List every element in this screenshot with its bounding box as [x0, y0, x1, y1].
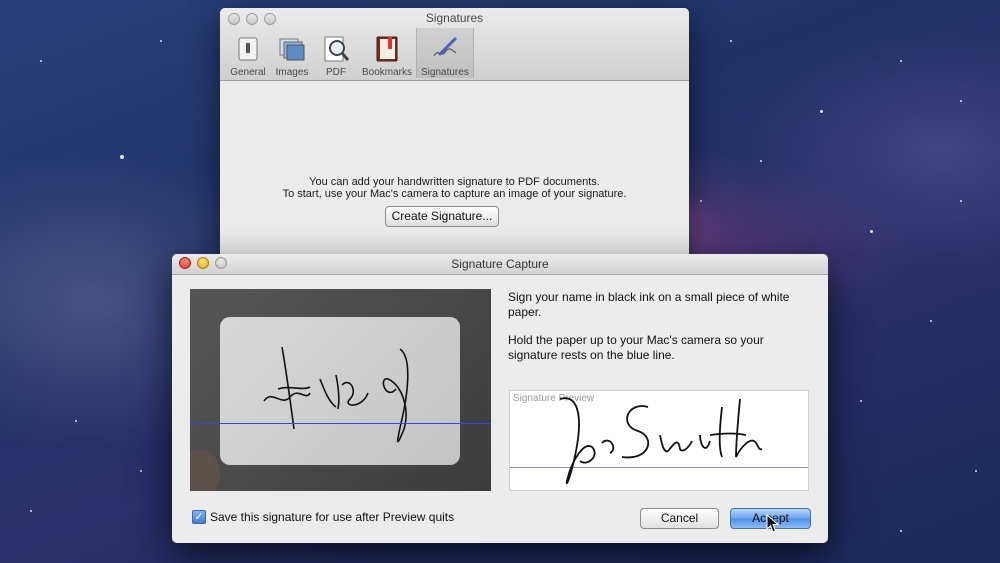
- instruction-sign: Sign your name in black ink on a small p…: [508, 290, 790, 319]
- capture-instructions: Sign your name in black ink on a small p…: [508, 290, 808, 376]
- mouse-pointer-icon: [766, 514, 780, 533]
- toolbar-item-signatures[interactable]: Signatures: [416, 28, 474, 78]
- toolbar-label: Images: [275, 67, 309, 78]
- create-signature-button[interactable]: Create Signature...: [385, 206, 499, 227]
- save-signature-label: Save this signature for use after Previe…: [210, 510, 455, 524]
- camera-feed: [190, 289, 491, 491]
- signatures-intro-text: You can add your handwritten signature t…: [220, 176, 689, 200]
- prefs-titlebar: Signatures General Images PDF Bookmarks …: [220, 8, 689, 81]
- signature-pen-icon: [433, 37, 457, 57]
- toolbar-label: Signatures: [421, 67, 469, 78]
- toolbar-label: PDF: [326, 67, 346, 78]
- bookmarks-book-icon: [376, 36, 398, 62]
- camera-guide-line: [190, 423, 491, 424]
- toolbar-item-images[interactable]: Images: [270, 28, 314, 78]
- camera-signature-image: [263, 346, 409, 443]
- instruction-hold: Hold the paper up to your Mac's camera s…: [508, 333, 764, 362]
- signature-capture-window: Signature Capture Sign your name in blac…: [172, 254, 828, 543]
- intro-line-2: To start, use your Mac's camera to captu…: [282, 188, 627, 200]
- prefs-content: You can add your handwritten signature t…: [220, 81, 689, 260]
- toolbar-label: Bookmarks: [362, 67, 413, 78]
- capture-titlebar: Signature Capture: [172, 254, 828, 275]
- cancel-button[interactable]: Cancel: [640, 508, 719, 529]
- save-signature-checkbox[interactable]: ✓: [192, 510, 206, 524]
- toolbar-item-general[interactable]: General: [226, 28, 270, 78]
- prefs-toolbar: General Images PDF Bookmarks Signatures: [226, 28, 474, 78]
- general-switch-icon: [238, 37, 258, 61]
- save-signature-option[interactable]: ✓ Save this signature for use after Prev…: [192, 510, 454, 524]
- intro-line-1: You can add your handwritten signature t…: [309, 176, 600, 188]
- signatures-preferences-window: Signatures General Images PDF Bookmarks …: [220, 8, 689, 260]
- toolbar-label: General: [230, 67, 266, 78]
- preview-signature-image: [559, 397, 763, 484]
- toolbar-item-pdf[interactable]: PDF: [314, 28, 358, 78]
- images-stack-icon: [279, 38, 305, 61]
- toolbar-item-bookmarks[interactable]: Bookmarks: [358, 28, 416, 78]
- capture-window-title: Signature Capture: [451, 257, 549, 271]
- pdf-magnifier-icon: [324, 36, 350, 62]
- prefs-window-title: Signatures: [425, 11, 484, 25]
- signature-preview: Signature Preview: [509, 390, 809, 491]
